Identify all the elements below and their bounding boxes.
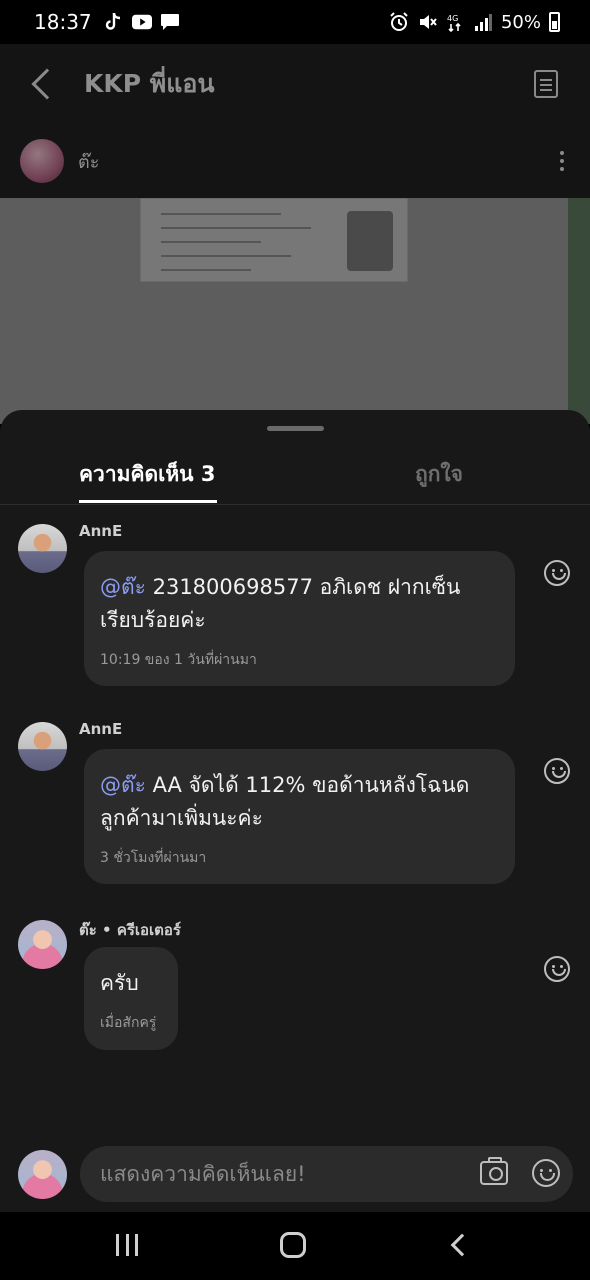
comment-time: 10:19 ของ 1 วันที่ผ่านมา: [100, 652, 257, 668]
status-time: 18:37: [34, 10, 92, 34]
emoji-react-icon[interactable]: [544, 758, 570, 784]
commenter-name[interactable]: ต๊ะ • ครีเอเตอร์: [79, 918, 181, 942]
comment-text: @ต๊ะ 231800698577 อภิเดช ฝากเซ็นเรียบร้อ…: [100, 571, 497, 637]
notification-icons: [104, 12, 180, 32]
sheet-tabs: ความคิดเห็น 3 ถูกใจ: [0, 450, 590, 505]
mention-link[interactable]: @ต๊ะ: [100, 575, 146, 599]
comments-sheet: ความคิดเห็น 3 ถูกใจ AnnE @ต๊ะ 2318006985…: [0, 410, 590, 1212]
mute-icon: [417, 12, 437, 32]
commenter-avatar[interactable]: [18, 524, 67, 573]
commenter-name[interactable]: AnnE: [79, 522, 122, 540]
comment-text: @ต๊ะ AA จัดได้ 112% ขอด้านหลังโฉนดลูกค้า…: [100, 769, 497, 835]
sheet-drag-handle[interactable]: [267, 426, 324, 431]
svg-text:4G: 4G: [447, 14, 458, 23]
comment-body: AA จัดได้ 112% ขอด้านหลังโฉนดลูกค้ามาเพิ…: [100, 773, 470, 830]
commenter-avatar[interactable]: [18, 920, 67, 969]
comment-bubble[interactable]: @ต๊ะ AA จัดได้ 112% ขอด้านหลังโฉนดลูกค้า…: [84, 749, 515, 884]
system-nav-bar: [0, 1212, 590, 1280]
back-icon[interactable]: [31, 68, 63, 100]
camera-icon[interactable]: [480, 1157, 508, 1185]
mention-link[interactable]: @ต๊ะ: [100, 773, 146, 797]
status-bar: 18:37 4G 50%: [0, 0, 590, 44]
comment-field[interactable]: [80, 1146, 573, 1202]
comment-bubble[interactable]: @ต๊ะ 231800698577 อภิเดช ฝากเซ็นเรียบร้อ…: [84, 551, 515, 686]
comment-input[interactable]: [100, 1146, 470, 1202]
network-4g-icon: 4G: [445, 12, 465, 32]
post-author-name: ต๊ะ: [78, 151, 100, 173]
post-author-avatar[interactable]: [20, 139, 64, 183]
id-card-image: [140, 198, 408, 282]
comment-body: 231800698577 อภิเดช ฝากเซ็นเรียบร้อยค่ะ: [100, 575, 461, 632]
commenter-name[interactable]: AnnE: [79, 720, 122, 738]
alarm-icon: [389, 12, 409, 32]
home-icon[interactable]: [280, 1232, 306, 1258]
emoji-react-icon[interactable]: [544, 956, 570, 982]
post-photo: [0, 198, 590, 424]
signal-icon: [473, 12, 493, 32]
current-user-avatar: [18, 1150, 67, 1199]
comment-time: เมื่อสักครู่: [100, 1015, 157, 1031]
emoji-icon[interactable]: [532, 1159, 560, 1187]
comment-input-bar: [0, 1134, 590, 1212]
comment-time: 3 ชั่วโมงที่ผ่านมา: [100, 850, 207, 866]
post-view-background: KKP พี่แอน ต๊ะ: [0, 44, 590, 424]
battery-percent: 50%: [500, 11, 541, 33]
message-icon: [160, 12, 180, 32]
comment-body: ครับ: [100, 971, 139, 995]
app-bar-title: KKP พี่แอน: [84, 69, 215, 98]
back-icon[interactable]: [450, 1233, 474, 1257]
active-tab-indicator: [79, 500, 217, 503]
youtube-icon: [131, 12, 152, 32]
tiktok-icon: [104, 12, 124, 32]
post-author-row: ต๊ะ: [0, 124, 590, 198]
app-bar: KKP พี่แอน: [0, 44, 590, 124]
tab-comments[interactable]: ความคิดเห็น 3: [79, 458, 215, 491]
battery-icon: [549, 12, 560, 32]
recent-apps-icon[interactable]: [116, 1234, 138, 1256]
commenter-avatar[interactable]: [18, 722, 67, 771]
comment-bubble[interactable]: ครับ เมื่อสักครู่: [84, 947, 178, 1050]
more-options-icon[interactable]: [560, 151, 564, 171]
document-icon[interactable]: [534, 70, 558, 98]
emoji-react-icon[interactable]: [544, 560, 570, 586]
tab-likes[interactable]: ถูกใจ: [415, 458, 463, 491]
status-right: 4G 50%: [389, 12, 560, 33]
